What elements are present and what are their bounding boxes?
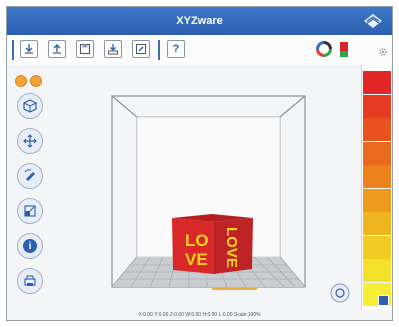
color-wheel-icon [316, 41, 332, 57]
status-bar: X:0.00 Y:0.00 Z:0.00 W:0.00 H:0.00 L:0.0… [7, 310, 392, 320]
edit-icon [136, 44, 146, 54]
info-tool[interactable]: i [17, 233, 43, 259]
info-icon: i [23, 239, 37, 253]
view-tool[interactable] [17, 93, 43, 119]
toolbar-separator [158, 40, 160, 60]
filament-icon [340, 42, 348, 57]
palette-swatch[interactable] [363, 235, 391, 259]
love-cube-model[interactable]: LO VE LOVE [172, 214, 253, 274]
window-title: XYZware [176, 15, 223, 27]
palette-expand-icon[interactable] [378, 295, 389, 306]
model-color-button[interactable] [316, 41, 332, 57]
help-button[interactable]: ? [167, 40, 185, 58]
print-icon [108, 44, 118, 55]
import-button[interactable] [20, 40, 38, 58]
cube-front-text-bottom: VE [185, 250, 208, 269]
move-arrows-icon [23, 134, 37, 148]
cube-front-text-top: LO [185, 231, 209, 250]
color-palette [361, 65, 392, 320]
settings-gear-icon[interactable] [378, 44, 388, 56]
save-button[interactable] [76, 40, 94, 58]
edit-button[interactable] [132, 40, 150, 58]
zoom-fit-button[interactable] [330, 283, 350, 303]
palette-swatch[interactable] [363, 165, 391, 188]
import-icon [25, 44, 33, 54]
palette-swatch[interactable] [363, 118, 391, 141]
rotate-icon [24, 169, 35, 181]
title-bar: XYZware [7, 7, 392, 35]
palette-swatch[interactable] [363, 188, 391, 212]
main-toolbar: ? [7, 35, 392, 66]
app-window: XYZware ? LO VE LOVE i X:0.00 Y:0.00 Z:0… [6, 6, 393, 321]
cube-icon [23, 99, 37, 113]
cube-side-text: LOVE [223, 227, 240, 268]
filament-button[interactable] [339, 41, 349, 58]
scale-icon [24, 205, 36, 217]
palette-swatch[interactable] [363, 141, 391, 165]
view-mode-dot-1[interactable] [15, 75, 27, 87]
move-tool[interactable] [17, 128, 43, 154]
palette-swatch[interactable] [363, 212, 391, 235]
save-icon [79, 43, 91, 55]
rotate-tool[interactable] [17, 163, 43, 189]
view-mode-dot-2[interactable] [30, 75, 42, 87]
palette-swatch[interactable] [363, 94, 391, 118]
print-settings-tool[interactable] [17, 268, 43, 294]
export-button[interactable] [48, 40, 66, 58]
palette-swatch[interactable] [363, 259, 391, 282]
printer-icon [24, 275, 36, 286]
export-icon [53, 44, 61, 54]
toolbar-separator [12, 40, 14, 60]
print-button[interactable] [104, 40, 122, 58]
scale-tool[interactable] [17, 198, 43, 224]
xyz-logo-icon[interactable] [362, 11, 384, 31]
help-icon: ? [172, 43, 180, 55]
build-volume-viewport[interactable]: LO VE LOVE [7, 65, 364, 312]
palette-swatch[interactable] [363, 71, 391, 94]
